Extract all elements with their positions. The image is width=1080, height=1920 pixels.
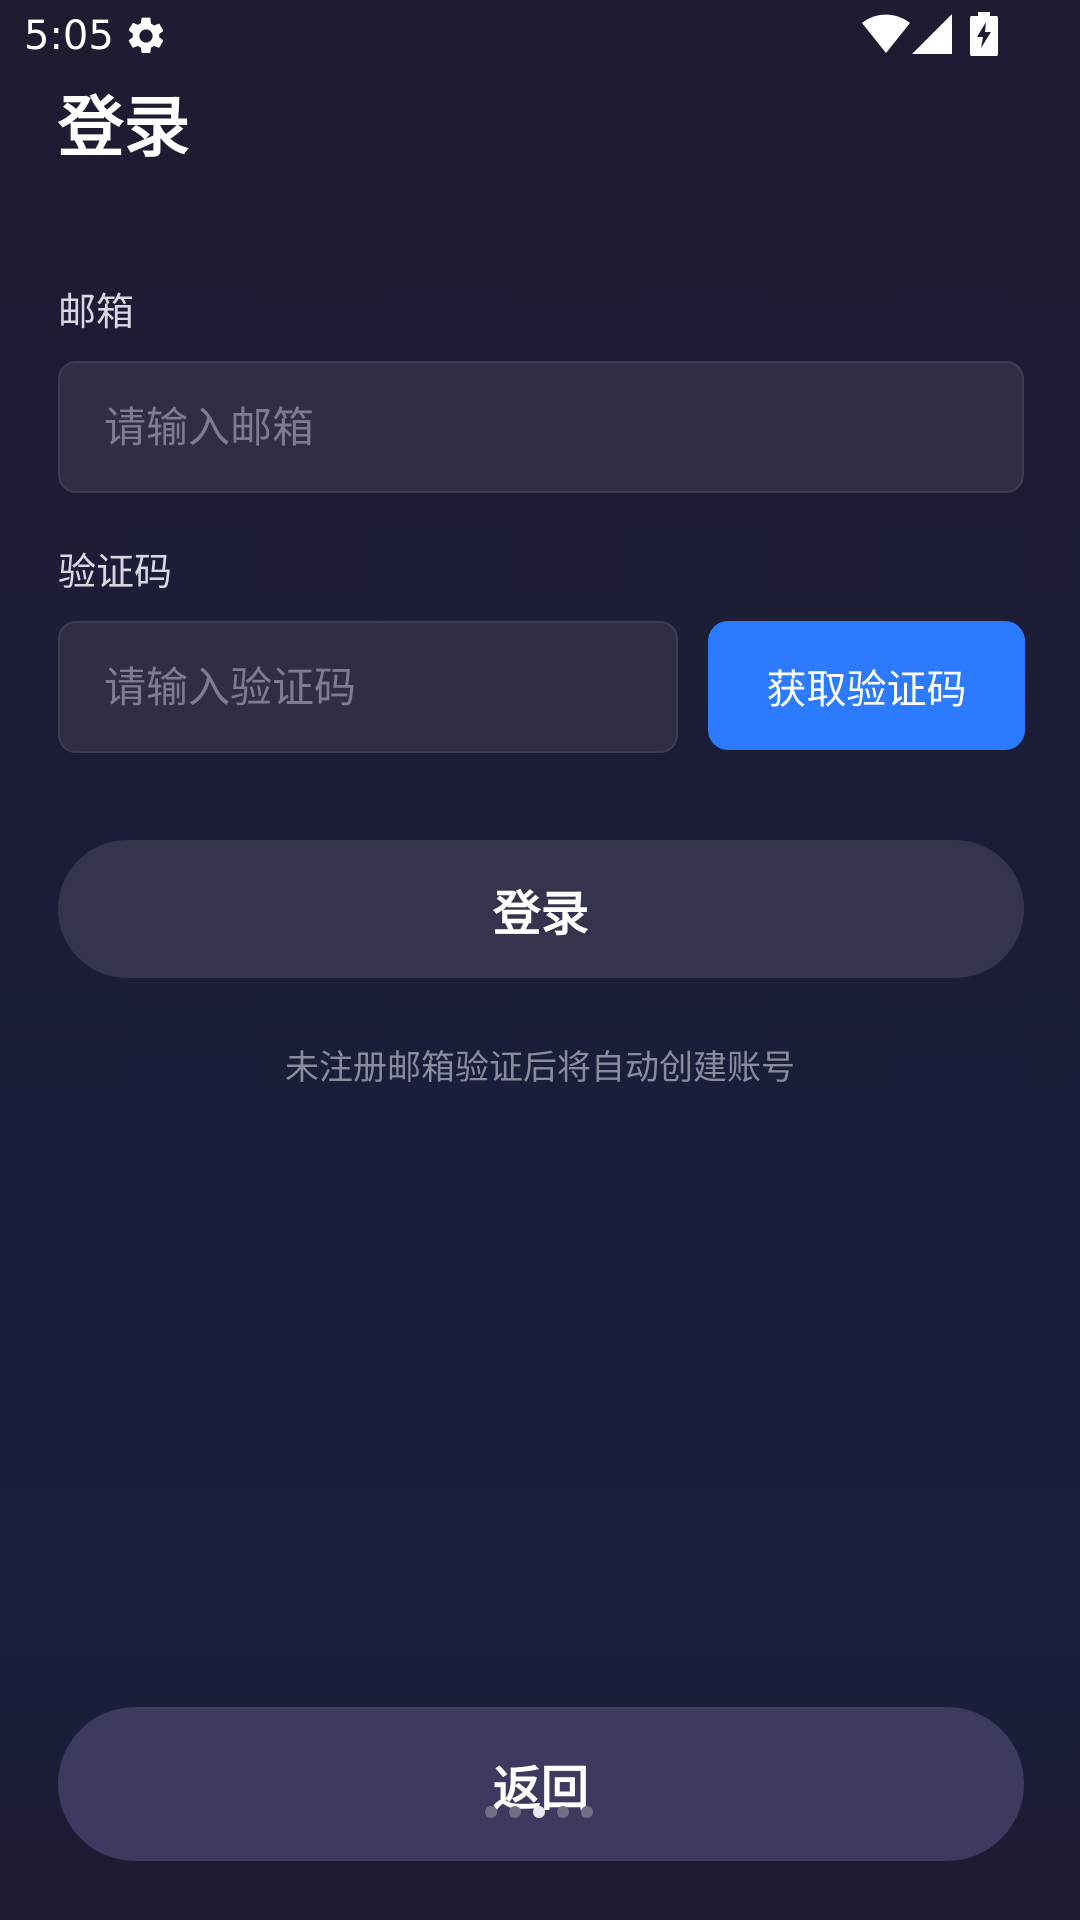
page-title: 登录 <box>58 89 190 166</box>
status-time: 5:05 <box>24 13 114 59</box>
login-button[interactable]: 登录 <box>58 840 1024 978</box>
status-bar: 5:05 <box>0 0 1080 72</box>
page-indicator-dot <box>509 1806 521 1818</box>
page-indicator-dot <box>485 1806 497 1818</box>
email-field[interactable] <box>104 402 1022 452</box>
gear-icon <box>128 17 164 54</box>
email-label: 邮箱 <box>58 290 135 334</box>
page-indicator-dot <box>581 1806 593 1818</box>
auto-register-hint: 未注册邮箱验证后将自动创建账号 <box>285 1048 795 1088</box>
code-field[interactable] <box>104 662 676 712</box>
page-indicator-dot <box>533 1806 545 1818</box>
get-code-button[interactable]: 获取验证码 <box>708 621 1025 750</box>
code-field-container[interactable] <box>58 621 678 753</box>
signal-icon <box>912 14 952 54</box>
wifi-icon <box>862 14 910 54</box>
page-indicator-dot <box>557 1806 569 1818</box>
code-label: 验证码 <box>58 550 173 594</box>
back-button[interactable]: 返回 <box>58 1707 1024 1861</box>
email-field-container[interactable] <box>58 361 1024 493</box>
page-indicator <box>485 1806 593 1822</box>
battery-charging-icon <box>970 12 998 56</box>
